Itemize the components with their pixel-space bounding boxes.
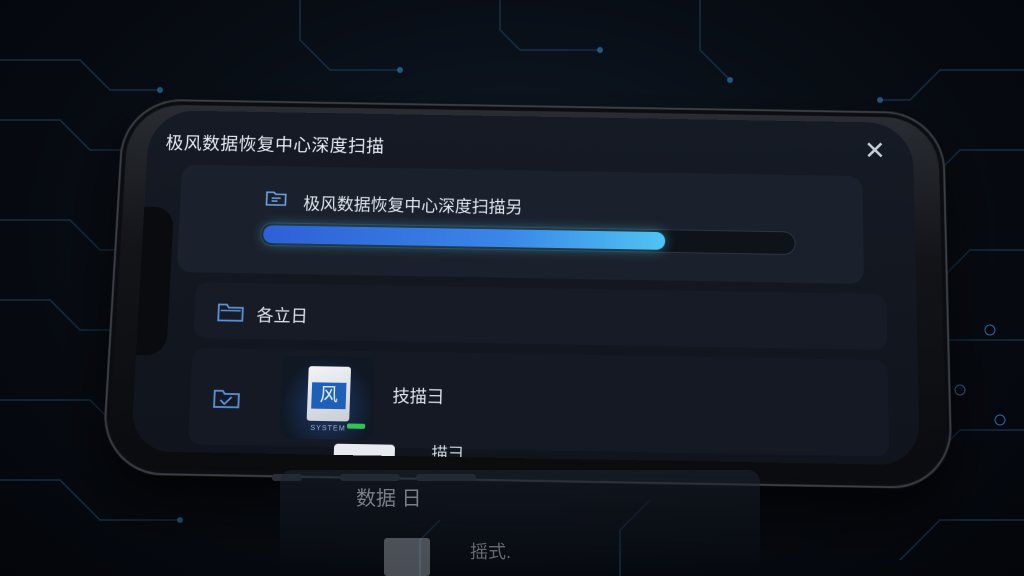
folder-check-icon — [212, 387, 241, 410]
document-icon: 风 — [306, 366, 352, 422]
list-item[interactable]: 各立日 — [193, 282, 888, 351]
progress-track — [259, 222, 796, 256]
status-indicator — [346, 423, 366, 429]
reflection-text: 摇式. — [470, 542, 512, 562]
folder-icon — [216, 300, 245, 322]
progress-fill — [262, 225, 666, 250]
app-logo: 风 — [311, 382, 347, 410]
app-screen: 极风数据恢复中心深度扫描 ✕ 极风数据恢复中心深度扫描另 各立日 风 SYSTE… — [130, 110, 920, 466]
window-title: 极风数据恢复中心深度扫描 — [165, 133, 385, 157]
folder-chat-icon — [265, 189, 288, 207]
screen-reflection — [280, 470, 760, 576]
list-item-label: 技描彐 — [392, 386, 445, 407]
list-item-label: 各立日 — [256, 306, 309, 326]
reflection-text: 数据 日 — [356, 488, 422, 510]
list-item[interactable]: 风 SYSTEM 技描彐 — [187, 347, 890, 457]
scan-progress-card: 极风数据恢复中心深度扫描另 — [176, 164, 865, 284]
thumbnail-caption: SYSTEM — [310, 424, 346, 433]
scan-label: 极风数据恢复中心深度扫描另 — [302, 194, 523, 218]
document-icon — [384, 538, 430, 576]
close-icon[interactable]: ✕ — [864, 136, 886, 166]
file-thumbnail: 风 SYSTEM — [279, 355, 376, 441]
